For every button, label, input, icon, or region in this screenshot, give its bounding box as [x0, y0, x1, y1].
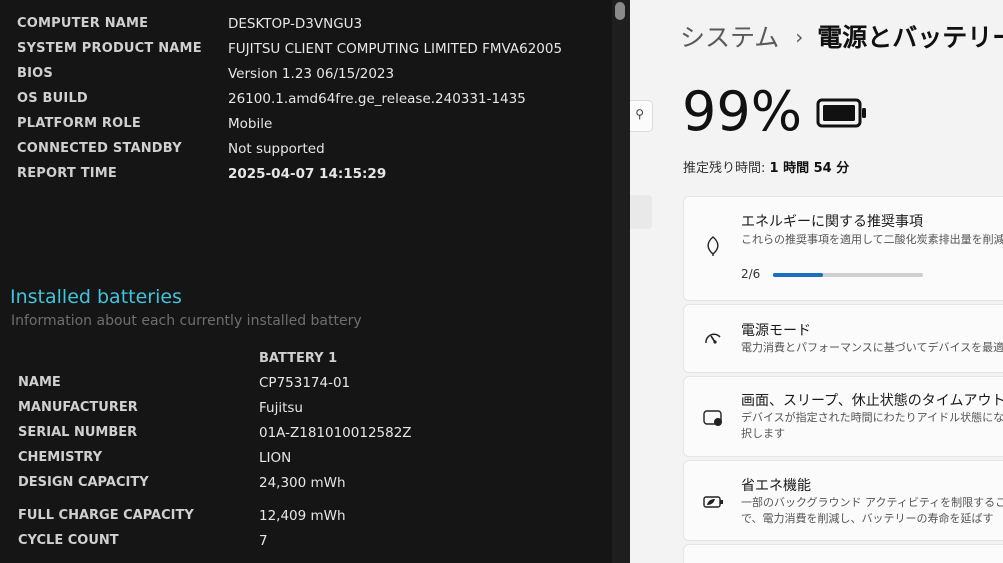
description-line: で、電力消費を削減し、バッテリーの寿命を延ばす — [741, 512, 994, 525]
breadcrumb-parent[interactable]: システム — [680, 23, 779, 52]
card-description: 電力消費とパフォーマンスに基づいてデバイスを最適化 — [741, 341, 1003, 354]
card-title: 省エネ機能 — [741, 478, 811, 494]
field-value: Mobile — [228, 116, 273, 132]
description-line: 一部のバックグラウンド アクティビティを制限すること — [741, 496, 1003, 509]
progress-fill — [773, 273, 823, 277]
field-value: 7 — [259, 533, 268, 549]
field-value: Version 1.23 06/15/2023 — [228, 66, 395, 82]
field-label: SYSTEM PRODUCT NAME — [17, 41, 202, 56]
power-mode-icon — [702, 328, 724, 354]
recommendations-progress-label: 2/6 — [741, 267, 761, 281]
next-settings-card[interactable] — [683, 544, 1003, 563]
battery-full-icon — [816, 98, 868, 132]
battery-saver-icon — [702, 491, 726, 517]
field-value: 01A-Z181010012582Z — [259, 425, 412, 441]
recommendations-progress-bar — [773, 273, 923, 277]
installed-batteries-heading: Installed batteries — [10, 286, 182, 308]
power-mode-card[interactable]: 電源モード 電力消費とパフォーマンスに基づいてデバイスを最適化 — [683, 304, 1003, 373]
field-label: CONNECTED STANDBY — [17, 141, 182, 156]
card-title: 画面、スリープ、休止状態のタイムアウト — [741, 393, 1003, 409]
field-label: MANUFACTURER — [18, 400, 138, 415]
nav-item-selected[interactable] — [630, 195, 652, 229]
field-value: 12,409 mWh — [259, 508, 346, 524]
energy-recommendations-card[interactable]: エネルギーに関する推奨事項 これらの推奨事項を適用して二酸化炭素排出量を削減 2… — [683, 196, 1003, 301]
screen-sleep-timeout-card[interactable]: 画面、スリープ、休止状態のタイムアウト デバイスが指定された時間にわたりアイドル… — [683, 376, 1003, 457]
card-title: エネルギーに関する推奨事項 — [741, 214, 923, 230]
field-value: Not supported — [228, 141, 325, 157]
scrollbar-track[interactable] — [612, 0, 630, 563]
remaining-label: 推定残り時間: — [683, 161, 766, 176]
card-title: 電源モード — [741, 323, 811, 339]
description-line: 択します — [741, 427, 785, 440]
card-description: 一部のバックグラウンド アクティビティを制限すること で、電力消費を削減し、バッ… — [741, 495, 1003, 527]
breadcrumb-separator: › — [795, 25, 804, 49]
field-label: SERIAL NUMBER — [18, 425, 138, 440]
search-icon: ⚲ — [635, 107, 644, 121]
estimated-time-remaining: 推定残り時間: 1 時間 54 分 — [683, 157, 849, 176]
field-value: FUJITSU CLIENT COMPUTING LIMITED FMVA620… — [228, 41, 563, 57]
description-line: デバイスが指定された時間にわたりアイドル状態になった — [741, 411, 1003, 424]
field-value: DESKTOP-D3VNGU3 — [228, 16, 363, 32]
battery-column-header: BATTERY 1 — [259, 351, 338, 366]
page-title: 電源とバッテリー — [817, 23, 1003, 52]
field-label: CHEMISTRY — [18, 450, 103, 465]
field-label: PLATFORM ROLE — [17, 116, 141, 131]
remaining-value: 1 時間 54 分 — [769, 161, 850, 176]
field-value: 26100.1.amd64fre.ge_release.240331-1435 — [228, 91, 526, 107]
energy-saver-card[interactable]: 省エネ機能 一部のバックグラウンド アクティビティを制限すること で、電力消費を… — [683, 460, 1003, 541]
field-value: 2025-04-07 14:15:29 — [228, 166, 387, 182]
field-value: LION — [259, 450, 292, 466]
field-label: BIOS — [17, 66, 53, 81]
field-label: COMPUTER NAME — [17, 16, 149, 31]
field-value: 24,300 mWh — [259, 475, 346, 491]
settings-pane: ⚲ システム › 電源とバッテリー 99% 推定残り時間: 1 時間 54 分 エネ… — [630, 0, 1003, 563]
scrollbar-thumb[interactable] — [615, 2, 625, 20]
field-label: FULL CHARGE CAPACITY — [18, 508, 194, 523]
field-label: CYCLE COUNT — [18, 533, 119, 548]
search-box[interactable]: ⚲ — [630, 100, 653, 132]
card-description: デバイスが指定された時間にわたりアイドル状態になった 択します — [741, 410, 1003, 442]
installed-batteries-subtitle: Information about each currently install… — [11, 313, 362, 329]
card-description: これらの推奨事項を適用して二酸化炭素排出量を削減 — [741, 233, 1003, 246]
field-label: DESIGN CAPACITY — [18, 475, 149, 490]
battery-report-pane: COMPUTER NAME DESKTOP-D3VNGU3 SYSTEM PRO… — [0, 0, 612, 563]
battery-percentage: 99% — [682, 80, 803, 143]
field-value: Fujitsu — [259, 400, 303, 416]
field-label: NAME — [18, 375, 61, 390]
leaf-icon — [702, 235, 724, 261]
field-value: CP753174-01 — [259, 375, 351, 391]
screen-sleep-icon — [702, 407, 724, 433]
field-label: OS BUILD — [17, 91, 88, 106]
breadcrumb: システム › 電源とバッテリー — [680, 18, 1003, 54]
field-label: REPORT TIME — [17, 166, 118, 181]
